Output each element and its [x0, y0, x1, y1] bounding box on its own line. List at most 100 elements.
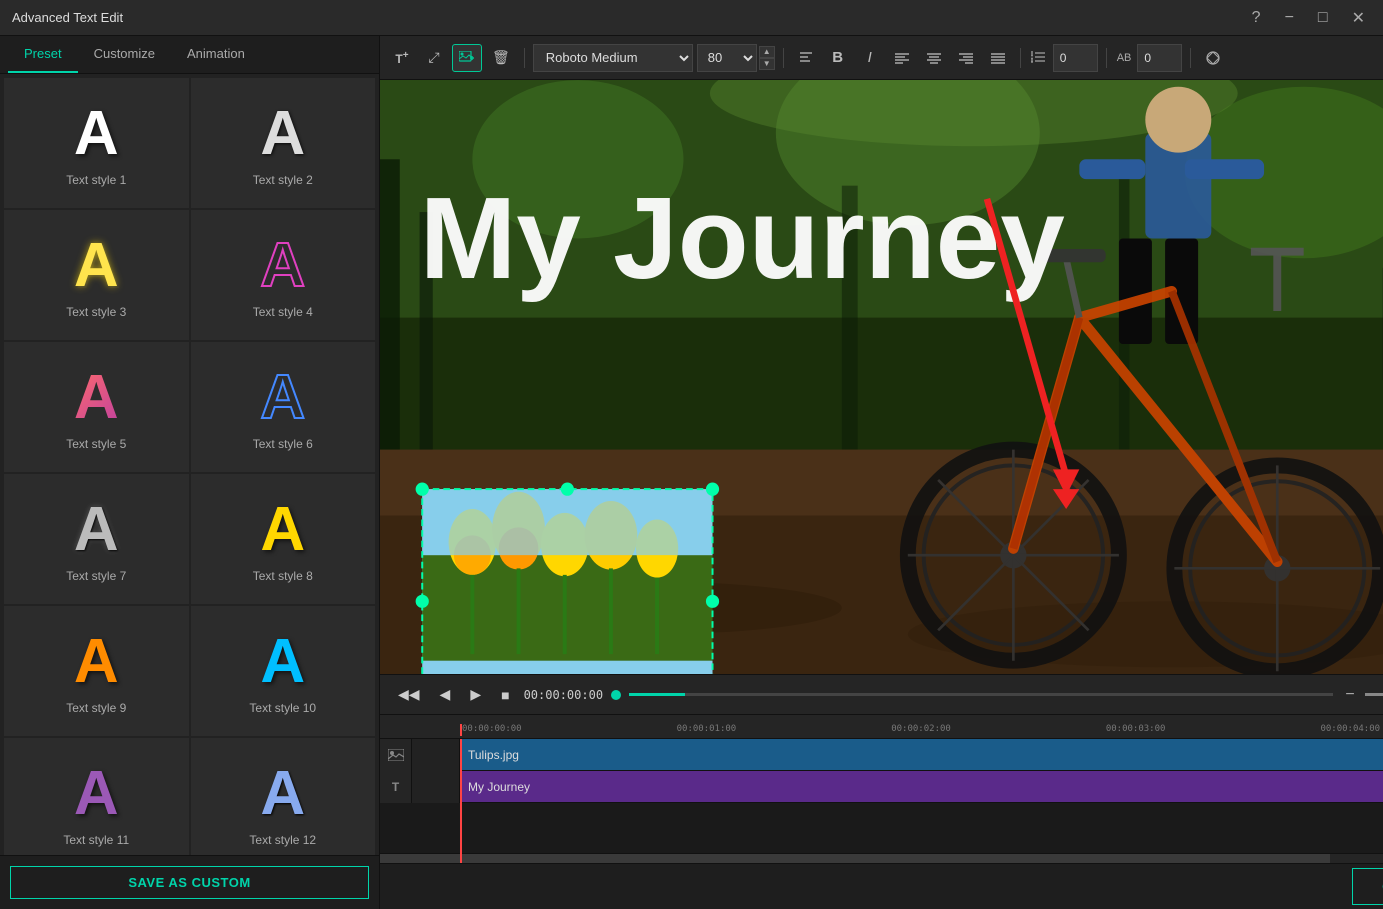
timeline-playhead-line	[460, 739, 462, 863]
style-label-2: Text style 2	[253, 173, 313, 187]
style-item-12[interactable]: A Text style 12	[191, 738, 376, 855]
align-center-icon	[927, 52, 941, 64]
app-title: Advanced Text Edit	[12, 10, 1246, 25]
stop-button[interactable]: ■	[495, 683, 515, 707]
line-spacing-input[interactable]	[1053, 44, 1098, 72]
add-text-icon: T+	[395, 50, 408, 66]
skip-back-button[interactable]: ◀◀	[392, 682, 426, 707]
zoom-out-button[interactable]: −	[1341, 684, 1358, 706]
text-spacing-button[interactable]	[792, 44, 820, 72]
step-back-button[interactable]: ◀	[434, 682, 457, 707]
right-panel: T+ ⤢ 🗑 Roboto Medium	[380, 36, 1383, 909]
style-label-8: Text style 8	[253, 569, 313, 583]
align-left-button[interactable]	[888, 44, 916, 72]
text-track-icon: T	[392, 780, 399, 794]
image-clip[interactable]: Tulips.jpg	[460, 739, 1383, 770]
timeline-tracks: Tulips.jpg T My Journey	[380, 739, 1383, 863]
ok-button[interactable]: OK	[1352, 868, 1383, 905]
timeline-playhead-ruler	[460, 724, 462, 736]
help-button[interactable]: ?	[1246, 6, 1267, 30]
delete-button[interactable]: 🗑	[486, 44, 516, 72]
style-letter-12: A	[260, 763, 305, 825]
style-item-6[interactable]: A Text style 6	[191, 342, 376, 472]
align-center-button[interactable]	[920, 44, 948, 72]
minimize-button[interactable]: −	[1279, 6, 1300, 30]
ruler-time-3: 00:00:03:00	[1106, 724, 1166, 734]
add-text-button[interactable]: T+	[388, 44, 416, 72]
zoom-thumb	[1365, 693, 1383, 696]
style-letter-3: A	[74, 235, 119, 297]
progress-fill	[629, 693, 685, 696]
background-scene: My Journey	[380, 80, 1383, 674]
maximize-button[interactable]: □	[1312, 6, 1334, 30]
toolbar: T+ ⤢ 🗑 Roboto Medium	[380, 36, 1383, 80]
timeline-ruler: 00:00:00:00 00:00:01:00 00:00:02:00 00:0…	[380, 715, 1383, 739]
style-label-4: Text style 4	[253, 305, 313, 319]
separator-2	[783, 48, 784, 68]
timeline-scrollbar[interactable]	[380, 853, 1383, 863]
style-item-8[interactable]: A Text style 8	[191, 474, 376, 604]
style-item-7[interactable]: A Text style 7	[4, 474, 189, 604]
zoom-bar[interactable]	[1365, 693, 1383, 696]
add-image-icon	[459, 51, 475, 65]
align-right-icon	[959, 52, 973, 64]
window-controls: ? − □ ✕	[1246, 6, 1371, 30]
separator-4	[1106, 48, 1107, 68]
play-button[interactable]: ▶	[464, 682, 487, 707]
style-item-10[interactable]: A Text style 10	[191, 606, 376, 736]
style-item-11[interactable]: A Text style 11	[4, 738, 189, 855]
align-justify-button[interactable]	[984, 44, 1012, 72]
resize-button[interactable]: ⤢	[420, 44, 448, 72]
style-label-9: Text style 9	[66, 701, 126, 715]
resize-icon: ⤢	[428, 49, 439, 66]
style-item-4[interactable]: A Text style 4	[191, 210, 376, 340]
styles-grid: A Text style 1 A Text style 2 A Text sty…	[0, 74, 379, 855]
style-letter-4: A	[260, 235, 305, 297]
progress-bar[interactable]	[629, 693, 1333, 696]
timeline-track-text: T My Journey	[380, 771, 1383, 803]
add-image-button[interactable]	[452, 44, 482, 72]
style-label-11: Text style 11	[63, 833, 129, 847]
align-right-button[interactable]	[952, 44, 980, 72]
close-button[interactable]: ✕	[1346, 6, 1371, 30]
track-image-icon	[380, 739, 412, 771]
image-clip-name: Tulips.jpg	[468, 748, 519, 762]
font-size-control: 80 ▲ ▼	[697, 44, 775, 72]
char-spacing-label: AB	[1117, 52, 1132, 64]
text-spacing-icon	[798, 51, 814, 65]
separator-1	[524, 48, 525, 68]
style-letter-1: A	[74, 103, 119, 165]
style-letter-9: A	[74, 631, 119, 693]
track-text-content[interactable]: My Journey	[460, 771, 1383, 802]
align-justify-icon	[991, 52, 1005, 64]
bold-button[interactable]: B	[824, 44, 852, 72]
track-text-icon: T	[380, 771, 412, 803]
color-button[interactable]	[1199, 44, 1227, 72]
separator-5	[1190, 48, 1191, 68]
preview-area[interactable]: My Journey	[380, 80, 1383, 674]
style-label-7: Text style 7	[66, 569, 126, 583]
save-as-custom-button[interactable]: SAVE AS CUSTOM	[10, 866, 369, 899]
tabs-header: Preset Customize Animation	[0, 36, 379, 74]
tab-animation[interactable]: Animation	[171, 36, 261, 73]
font-size-select[interactable]: 80	[697, 44, 757, 72]
style-item-3[interactable]: A Text style 3	[4, 210, 189, 340]
style-item-5[interactable]: A Text style 5	[4, 342, 189, 472]
tab-preset[interactable]: Preset	[8, 36, 78, 73]
style-item-9[interactable]: A Text style 9	[4, 606, 189, 736]
italic-button[interactable]: I	[856, 44, 884, 72]
text-clip[interactable]: My Journey	[460, 771, 1383, 802]
font-size-down[interactable]: ▼	[759, 58, 775, 70]
style-letter-5: A	[74, 367, 119, 429]
tab-customize[interactable]: Customize	[78, 36, 171, 73]
char-spacing-input[interactable]	[1137, 44, 1182, 72]
title-bar: Advanced Text Edit ? − □ ✕	[0, 0, 1383, 36]
track-image-content[interactable]: Tulips.jpg	[460, 739, 1383, 770]
timeline: 00:00:00:00 00:00:01:00 00:00:02:00 00:0…	[380, 714, 1383, 863]
style-item-2[interactable]: A Text style 2	[191, 78, 376, 208]
font-family-select[interactable]: Roboto Medium	[533, 44, 693, 72]
font-size-up[interactable]: ▲	[759, 46, 775, 58]
track-image-label-col	[412, 739, 460, 771]
style-item-1[interactable]: A Text style 1	[4, 78, 189, 208]
svg-text:My Journey: My Journey	[420, 173, 1065, 303]
